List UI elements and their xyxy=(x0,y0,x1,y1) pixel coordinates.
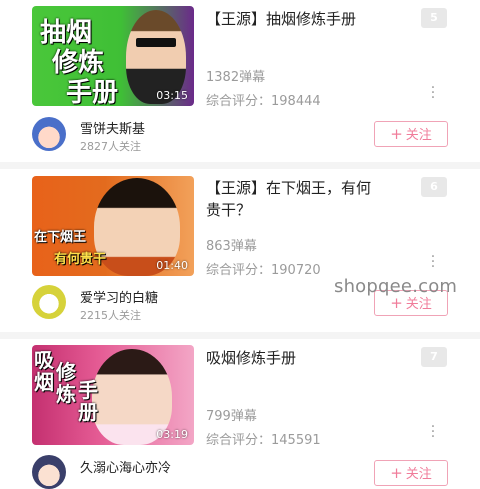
overall-score: 综合评分：145591 xyxy=(206,433,321,448)
video-thumbnail[interactable]: 在下烟王 有何贵干 01:40 xyxy=(32,176,194,276)
rank-badge: 5 xyxy=(421,8,447,28)
video-card[interactable]: 在下烟王 有何贵干 01:40 【王源】在下烟王，有何贵干？ 6 863弹幕 综… xyxy=(0,169,480,332)
video-title[interactable]: 吸烟修炼手册 xyxy=(206,347,384,369)
divider xyxy=(0,162,480,169)
video-title[interactable]: 【王源】在下烟王，有何贵干？ xyxy=(206,177,384,221)
rank-badge: 6 xyxy=(421,177,447,197)
thumbnail-overlay-text: 手册 xyxy=(78,378,98,424)
overall-score: 综合评分：198444 xyxy=(206,94,321,109)
overall-score: 综合评分：190720 xyxy=(206,263,321,278)
more-vertical-icon[interactable]: · · · xyxy=(428,250,438,274)
uploader-name[interactable]: 久溺心海心亦冷 xyxy=(80,457,171,476)
avatar[interactable] xyxy=(32,285,66,319)
video-duration: 03:15 xyxy=(156,89,188,102)
rank-badge: 7 xyxy=(421,347,447,367)
video-duration: 01:40 xyxy=(156,259,188,272)
more-vertical-icon[interactable]: · · · xyxy=(428,81,438,105)
video-thumbnail[interactable]: 抽烟 修炼 手册 03:15 xyxy=(32,6,194,106)
thumbnail-overlay-text: 手册 xyxy=(66,78,119,106)
video-thumbnail[interactable]: 吸烟 修炼 手册 03:19 xyxy=(32,345,194,445)
divider xyxy=(0,332,480,339)
uploader-followers: 2215人关注 xyxy=(80,309,141,322)
sunglasses-icon xyxy=(136,38,176,47)
video-title[interactable]: 【王源】抽烟修炼手册 xyxy=(206,8,384,30)
follow-label: 关注 xyxy=(405,128,432,143)
plus-icon: + xyxy=(390,464,403,482)
thumbnail-overlay-text: 修炼 xyxy=(56,360,76,406)
uploader-followers: 2827人关注 xyxy=(80,140,141,153)
follow-button[interactable]: + 关注 xyxy=(374,121,448,147)
avatar[interactable] xyxy=(32,117,66,151)
danmu-count: 799弹幕 xyxy=(206,409,257,424)
thumbnail-overlay-text: 在下烟王 xyxy=(34,230,87,245)
uploader-name[interactable]: 雪饼夫斯基 xyxy=(80,118,145,137)
more-vertical-icon[interactable]: · · · xyxy=(428,420,438,444)
follow-button[interactable]: + 关注 xyxy=(374,460,448,486)
video-duration: 03:19 xyxy=(156,428,188,441)
danmu-count: 863弹幕 xyxy=(206,239,257,254)
thumbnail-overlay-text: 吸烟 xyxy=(34,348,54,394)
watermark: shopqee.com xyxy=(334,276,458,297)
uploader-name[interactable]: 爱学习的白糖 xyxy=(80,287,158,306)
follow-label: 关注 xyxy=(405,297,432,312)
avatar[interactable] xyxy=(32,455,66,489)
video-card[interactable]: 吸烟 修炼 手册 03:19 吸烟修炼手册 7 799弹幕 综合评分：14559… xyxy=(0,339,480,489)
video-card[interactable]: 抽烟 修炼 手册 03:15 【王源】抽烟修炼手册 5 1382弹幕 综合评分：… xyxy=(0,0,480,162)
plus-icon: + xyxy=(390,125,403,143)
danmu-count: 1382弹幕 xyxy=(206,70,266,85)
thumbnail-overlay-text: 有何贵干 xyxy=(54,252,107,267)
